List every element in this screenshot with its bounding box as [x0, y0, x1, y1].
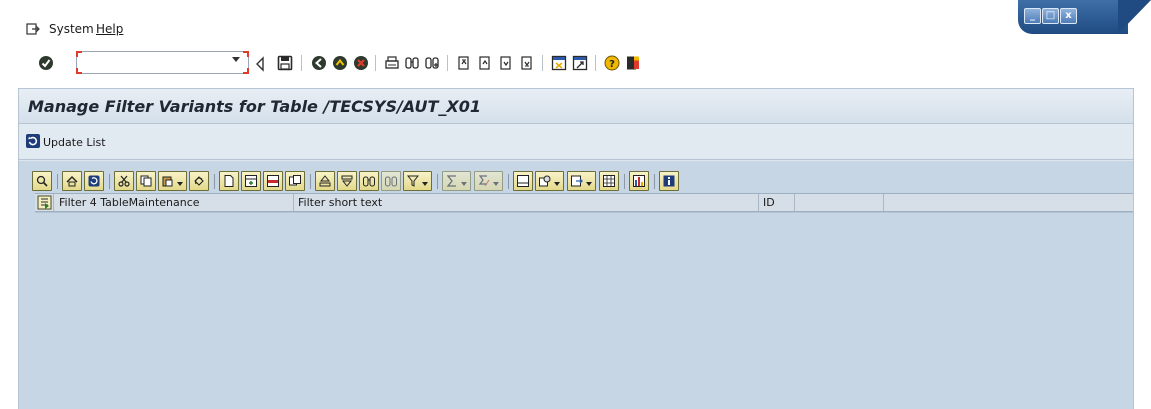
first-page-icon[interactable] [456, 55, 472, 71]
save-icon[interactable] [277, 55, 293, 71]
sort-ascending-button[interactable] [315, 171, 335, 191]
column-filter-short-text[interactable]: Filter short text [298, 196, 382, 209]
alv-separator [508, 174, 509, 189]
delete-row-button[interactable] [263, 171, 283, 191]
select-all-cell[interactable] [35, 194, 54, 211]
page-title: Manage Filter Variants for Table /TECSYS… [28, 97, 481, 116]
exit-icon[interactable] [332, 55, 348, 71]
details-button[interactable] [32, 171, 52, 191]
window-controls: _ □ x [1018, 0, 1151, 34]
toolbar-separator [447, 55, 448, 71]
application-toolbar: Update List [19, 124, 1133, 160]
alv-separator [654, 174, 655, 189]
update-list-button[interactable]: Update List [25, 133, 106, 152]
minimize-button[interactable]: _ [1024, 8, 1041, 24]
menu-bar: System Help [0, 0, 1151, 42]
find-next-icon[interactable] [424, 55, 440, 71]
window-menu-icon[interactable] [26, 22, 40, 36]
cut-button[interactable] [114, 171, 134, 191]
column-divider [293, 194, 294, 211]
print-icon[interactable] [384, 55, 400, 71]
cancel-icon[interactable] [353, 55, 369, 71]
layout-button[interactable] [599, 171, 619, 191]
check-entries-button[interactable] [84, 171, 104, 191]
menu-help[interactable]: Help [96, 22, 123, 36]
command-field-corner [243, 51, 249, 57]
find-icon[interactable] [404, 55, 420, 71]
export-dropdown-button[interactable] [567, 171, 596, 191]
new-entry-button[interactable] [219, 171, 239, 191]
toolbar-separator [595, 55, 596, 71]
alv-separator [310, 174, 311, 189]
generate-shortcut-icon[interactable] [572, 55, 588, 71]
column-id[interactable]: ID [763, 196, 775, 209]
column-divider [794, 194, 795, 211]
customize-layout-icon[interactable] [625, 55, 641, 71]
copy-button[interactable] [136, 171, 156, 191]
menu-help-label: Help [96, 22, 124, 36]
paste-dropdown-button[interactable] [158, 171, 187, 191]
print-preview-button[interactable] [513, 171, 533, 191]
column-divider [758, 194, 759, 211]
toolbar-separator [542, 55, 543, 71]
column-filter-4-tablemaintenance[interactable]: Filter 4 TableMaintenance [59, 196, 200, 209]
window-controls-tail [1118, 0, 1151, 34]
last-page-icon[interactable] [519, 55, 535, 71]
alv-separator [624, 174, 625, 189]
command-field[interactable] [76, 51, 249, 74]
refresh-grid-button[interactable] [62, 171, 82, 191]
toolbar-separator [375, 55, 376, 71]
graphic-button[interactable] [629, 171, 649, 191]
menu-system[interactable]: System [49, 22, 94, 36]
alv-separator [57, 174, 58, 189]
views-dropdown-button[interactable] [535, 171, 564, 191]
refresh-icon [25, 133, 41, 152]
collapse-command-field-icon[interactable] [254, 56, 270, 72]
toolbar-separator [301, 55, 302, 71]
enter-icon[interactable] [38, 55, 54, 71]
alv-separator [109, 174, 110, 189]
append-row-button[interactable] [241, 171, 261, 191]
column-divider [883, 194, 884, 211]
alv-separator [437, 174, 438, 189]
command-dropdown-icon[interactable] [232, 57, 240, 62]
alv-separator [214, 174, 215, 189]
help-icon[interactable]: ? [604, 55, 620, 71]
select-all-icon [37, 195, 52, 210]
information-button[interactable] [659, 171, 679, 191]
command-field-corner [243, 68, 249, 74]
back-icon[interactable] [311, 55, 327, 71]
next-page-icon[interactable] [498, 55, 514, 71]
main-panel: Manage Filter Variants for Table /TECSYS… [18, 88, 1134, 409]
update-list-label: Update List [43, 135, 106, 149]
subtotals-dropdown-button[interactable] [474, 171, 503, 191]
find-grid-button[interactable] [359, 171, 379, 191]
close-button[interactable]: x [1060, 8, 1077, 24]
command-input[interactable] [79, 54, 229, 71]
filter-dropdown-button[interactable] [403, 171, 432, 191]
sort-descending-button[interactable] [337, 171, 357, 191]
find-next-grid-button[interactable] [381, 171, 401, 191]
title-bar: Manage Filter Variants for Table /TECSYS… [19, 89, 1133, 124]
svg-text:?: ? [609, 59, 615, 70]
create-session-icon[interactable] [551, 55, 567, 71]
maximize-button[interactable]: □ [1042, 8, 1059, 24]
grid-empty-body [35, 212, 1133, 213]
total-dropdown-button[interactable] [442, 171, 471, 191]
duplicate-row-button[interactable] [285, 171, 305, 191]
previous-page-icon[interactable] [477, 55, 493, 71]
undo-button[interactable] [189, 171, 209, 191]
grid-header: Filter 4 TableMaintenance Filter short t… [35, 193, 1133, 212]
content-area: Filter 4 TableMaintenance Filter short t… [19, 161, 1133, 409]
